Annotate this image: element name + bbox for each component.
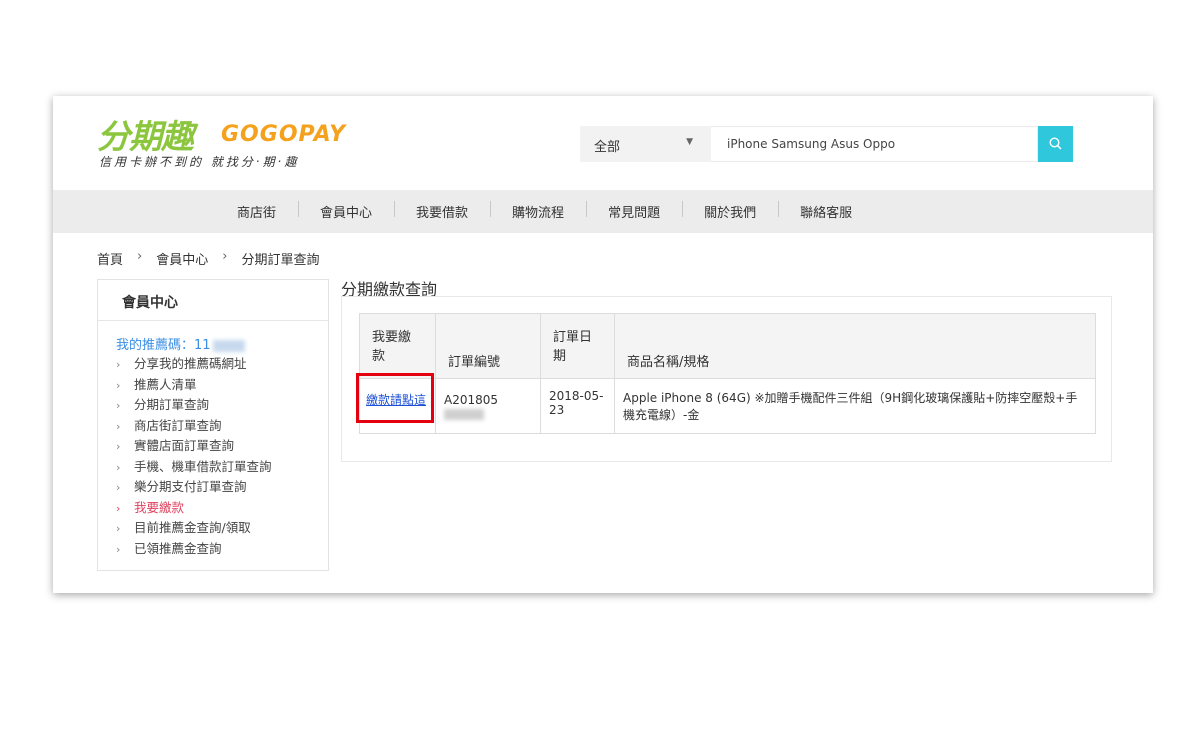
- page-frame: 分期趣 GOGOPAY 信用卡辦不到的 就找分‧期‧趣 全部 ▼ iPhone …: [53, 96, 1153, 593]
- sidebar-menu: › 分享我的推薦碼網址 › 推薦人清單 › 分期訂單查詢 › 商店街訂單查詢 › 實體店面…: [116, 354, 272, 559]
- chevron-right-icon: ›: [116, 399, 121, 412]
- nav-shopping-flow[interactable]: 購物流程: [490, 201, 586, 221]
- logo-chinese: 分期趣: [97, 117, 194, 156]
- chevron-right-icon: ›: [116, 481, 121, 494]
- breadcrumb-member-center[interactable]: 會員中心: [156, 249, 208, 268]
- search-icon: [1049, 137, 1062, 150]
- table-header-row: 我要繳款 訂單編號 訂單日期 商品名稱/規格: [359, 313, 1096, 379]
- referral-code: 我的推薦碼：11: [116, 334, 245, 353]
- sidebar-item-shop-orders[interactable]: › 商店街訂單查詢: [116, 416, 272, 437]
- sidebar-item-received-bonus[interactable]: › 已領推薦金查詢: [116, 539, 272, 560]
- main-nav: 商店街 會員中心 我要借款 購物流程 常見問題 關於我們 聯絡客服: [53, 190, 1153, 233]
- sidebar-item-pay-orders[interactable]: › 樂分期支付訂單查詢: [116, 477, 272, 498]
- search-input[interactable]: iPhone Samsung Asus Oppo: [711, 126, 1038, 162]
- nav-faq[interactable]: 常見問題: [586, 201, 682, 221]
- breadcrumb: 首頁 › 會員中心 › 分期訂單查詢: [97, 249, 319, 268]
- logo-brand: GOGOPAY: [221, 122, 347, 147]
- sidebar-item-label: 推薦人清單: [134, 376, 197, 392]
- nav-contact[interactable]: 聯絡客服: [778, 201, 874, 221]
- payment-table: 我要繳款 訂單編號 訂單日期 商品名稱/規格 繳款請點這 A201805 201…: [359, 313, 1096, 434]
- sidebar-item-label: 實體店面訂單查詢: [134, 438, 235, 453]
- sidebar-item-share-referral[interactable]: › 分享我的推薦碼網址: [116, 354, 272, 375]
- highlight-box: [356, 373, 434, 423]
- chevron-right-icon: ›: [116, 440, 121, 453]
- breadcrumb-home[interactable]: 首頁: [97, 249, 123, 268]
- nav-member-center[interactable]: 會員中心: [298, 201, 394, 221]
- column-header-date: 訂單日期: [540, 313, 615, 379]
- chevron-right-icon: ›: [116, 522, 121, 535]
- sidebar-item-label: 商店街訂單查詢: [134, 417, 222, 433]
- sidebar-item-label: 目前推薦金查詢/領取: [134, 520, 251, 535]
- column-header-pay: 我要繳款: [359, 313, 436, 379]
- column-header-product: 商品名稱/規格: [614, 313, 1096, 379]
- order-no-cell: A201805: [435, 378, 541, 434]
- site-logo[interactable]: 分期趣 GOGOPAY 信用卡辦不到的 就找分‧期‧趣: [97, 110, 347, 170]
- referral-code-label: 我的推薦碼：11: [116, 338, 211, 353]
- payment-panel: 我要繳款 訂單編號 訂單日期 商品名稱/規格 繳款請點這 A201805 201…: [341, 296, 1112, 462]
- nav-about[interactable]: 關於我們: [682, 201, 778, 221]
- chevron-right-icon: ›: [116, 460, 121, 474]
- divider: [98, 320, 328, 321]
- breadcrumb-current: 分期訂單查詢: [241, 253, 320, 268]
- chevron-right-icon: ›: [137, 249, 143, 264]
- sidebar-item-label: 已領推薦金查詢: [134, 540, 222, 556]
- sidebar: 會員中心 我的推薦碼：11 › 分享我的推薦碼網址 › 推薦人清單 › 分期訂單查詢 …: [97, 279, 329, 571]
- sidebar-item-label: 樂分期支付訂單查詢: [134, 479, 247, 494]
- sidebar-item-store-orders[interactable]: › 實體店面訂單查詢: [116, 436, 272, 457]
- chevron-right-icon: ›: [116, 542, 121, 556]
- blurred-order-no: [444, 409, 484, 420]
- search-button[interactable]: [1038, 126, 1073, 162]
- chevron-right-icon: ›: [116, 358, 121, 371]
- date-cell: 2018-05-23: [540, 378, 615, 434]
- nav-shop[interactable]: 商店街: [215, 202, 298, 221]
- sidebar-title: 會員中心: [122, 295, 178, 311]
- sidebar-item-installment-orders[interactable]: › 分期訂單查詢: [116, 395, 272, 416]
- table-row: 繳款請點這 A201805 2018-05-23 Apple iPhone 8 …: [359, 378, 1096, 434]
- sidebar-item-make-payment[interactable]: › 我要繳款: [116, 498, 272, 519]
- chevron-right-icon: ›: [116, 501, 121, 515]
- sidebar-item-label: 分期訂單查詢: [134, 397, 210, 412]
- logo-tagline: 信用卡辦不到的 就找分‧期‧趣: [99, 155, 300, 169]
- chevron-right-icon: ›: [116, 419, 121, 433]
- sidebar-item-bonus-query[interactable]: › 目前推薦金查詢/領取: [116, 518, 272, 539]
- search-category-label: 全部: [594, 140, 621, 155]
- order-no: A201805: [444, 393, 499, 407]
- sidebar-item-loan-orders[interactable]: › 手機、機車借款訂單查詢: [116, 457, 272, 478]
- search-placeholder: iPhone Samsung Asus Oppo: [727, 137, 896, 151]
- sidebar-item-label: 我要繳款: [134, 499, 185, 515]
- product-cell: Apple iPhone 8 (64G) ※加贈手機配件三件組（9H鋼化玻璃保護…: [614, 378, 1096, 434]
- search-bar: 全部 ▼ iPhone Samsung Asus Oppo: [580, 126, 1073, 162]
- blurred-code: [212, 339, 245, 352]
- chevron-right-icon: ›: [222, 249, 228, 264]
- search-category-select[interactable]: 全部 ▼: [580, 126, 711, 162]
- sidebar-item-label: 分享我的推薦碼網址: [134, 356, 247, 371]
- caret-down-icon: ▼: [686, 137, 693, 147]
- sidebar-item-label: 手機、機車借款訂單查詢: [134, 458, 272, 474]
- nav-loan[interactable]: 我要借款: [394, 201, 490, 221]
- column-header-order-no: 訂單編號: [435, 313, 541, 379]
- chevron-right-icon: ›: [116, 378, 121, 392]
- sidebar-item-referrer-list[interactable]: › 推薦人清單: [116, 375, 272, 396]
